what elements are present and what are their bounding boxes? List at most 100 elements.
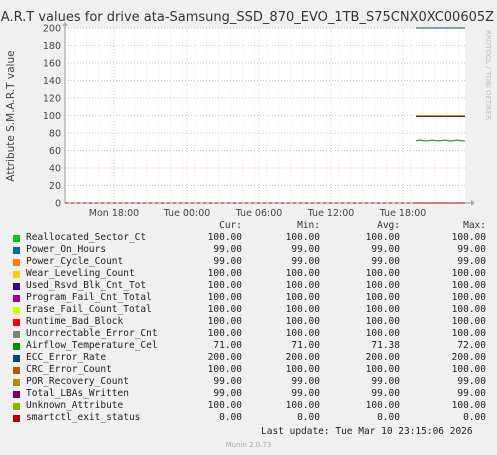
legend-cur-value: 99.00 — [213, 376, 242, 387]
legend-avg-value: 0.00 — [377, 412, 400, 423]
legend-swatch — [13, 271, 20, 278]
legend-min-value: 0.00 — [297, 412, 320, 423]
legend-max-value: 100.00 — [451, 328, 486, 339]
y-axis-label: Attribute S.M.A.R.T value — [5, 50, 17, 181]
last-update: Last update: Tue Mar 10 23:15:06 2026 — [261, 426, 473, 437]
legend-swatch — [13, 403, 20, 410]
y-tick-label: 160 — [43, 59, 61, 70]
legend-max-value: 99.00 — [457, 388, 486, 399]
legend-max-value: 99.00 — [457, 256, 486, 267]
legend-label: CRC_Error_Count — [26, 364, 112, 375]
legend-swatch — [13, 259, 20, 266]
col-max-header: Max: — [463, 220, 486, 231]
legend-min-value: 99.00 — [291, 244, 320, 255]
legend-item: Used_Rsvd_Blk_Cnt_Tot 100.00 100.00 100.00 1… — [10, 280, 488, 292]
legend-avg-value: 100.00 — [365, 232, 400, 243]
legend-min-value: 100.00 — [285, 232, 320, 243]
legend-max-value: 100.00 — [451, 400, 486, 411]
legend-cur-value: 100.00 — [207, 232, 242, 243]
legend-min-value: 99.00 — [291, 256, 320, 267]
legend-cur-value: 100.00 — [207, 304, 242, 315]
legend-min-value: 100.00 — [285, 292, 320, 303]
legend-cur-value: 100.00 — [207, 328, 242, 339]
legend-label: Erase_Fail_Count_Total — [26, 304, 152, 315]
legend-avg-value: 99.00 — [371, 256, 400, 267]
legend-max-value: 100.00 — [451, 268, 486, 279]
legend-item: Power_On_Hours 99.00 99.00 99.00 99.00 — [10, 244, 488, 256]
legend-item: Power_Cycle_Count 99.00 99.00 99.00 99.00 — [10, 256, 488, 268]
y-tick-label: 20 — [49, 181, 61, 192]
legend-avg-value: 99.00 — [371, 244, 400, 255]
legend-item: Uncorrectable_Error_Cnt 100.00 100.00 100.0… — [10, 328, 488, 340]
legend-swatch — [13, 379, 20, 386]
legend-max-value: 0.00 — [463, 412, 486, 423]
legend-label: Total_LBAs_Written — [26, 388, 129, 399]
legend-min-value: 99.00 — [291, 388, 320, 399]
legend-max-value: 100.00 — [451, 304, 486, 315]
legend-swatch — [13, 307, 20, 314]
legend-avg-value: 100.00 — [365, 268, 400, 279]
legend-avg-value: 100.00 — [365, 316, 400, 327]
legend: Cur: Min: Avg: Max: Reallocated_Sector_C… — [10, 220, 488, 424]
legend-max-value: 200.00 — [451, 352, 486, 363]
legend-avg-value: 100.00 — [365, 364, 400, 375]
legend-swatch — [13, 235, 20, 242]
chart: 0 20 40 60 80 100 120 140 160 180 200 Mon 18:00 Tue… — [0, 10, 497, 219]
legend-cur-value: 71.00 — [213, 340, 242, 351]
y-tick-label: 100 — [43, 111, 61, 122]
legend-swatch — [13, 343, 20, 350]
legend-min-value: 71.00 — [291, 340, 320, 351]
legend-max-value: 100.00 — [451, 364, 486, 375]
munin-version: Munin 2.0.73 — [225, 441, 272, 449]
x-tick-label: Tue 00:00 — [163, 208, 211, 219]
x-axis-arrow — [471, 200, 475, 206]
legend-swatch — [13, 247, 20, 254]
legend-cur-value: 99.00 — [213, 388, 242, 399]
legend-rows: Reallocated_Sector_Ct 100.00 100.00 100.00 1… — [10, 232, 488, 424]
legend-swatch — [13, 331, 20, 338]
col-avg-header: Avg: — [377, 220, 400, 231]
legend-avg-value: 200.00 — [365, 352, 400, 363]
legend-avg-value: 99.00 — [371, 376, 400, 387]
legend-max-value: 99.00 — [457, 376, 486, 387]
legend-avg-value: 100.00 — [365, 280, 400, 291]
col-cur-header: Cur: — [219, 220, 242, 231]
legend-swatch — [13, 283, 20, 290]
legend-label: Used_Rsvd_Blk_Cnt_Tot — [26, 280, 147, 291]
chart-title: S.M.A.R.T values for drive ata-Samsung_S… — [0, 10, 497, 25]
legend-item: CRC_Error_Count 100.00 100.00 100.00 100.00 — [10, 364, 488, 376]
legend-cur-value: 99.00 — [213, 256, 242, 267]
legend-item: Program_Fail_Cnt_Total 100.00 100.00 100.00… — [10, 292, 488, 304]
y-tick-label: 120 — [43, 94, 61, 105]
legend-label: Runtime_Bad_Block — [26, 316, 124, 327]
legend-item: Total_LBAs_Written 99.00 99.00 99.00 99.00 — [10, 388, 488, 400]
y-tick-label: 140 — [43, 76, 61, 87]
y-tick-label: 40 — [49, 164, 61, 175]
legend-min-value: 200.00 — [285, 352, 320, 363]
legend-avg-value: 99.00 — [371, 388, 400, 399]
legend-max-value: 100.00 — [451, 232, 486, 243]
legend-cur-value: 100.00 — [207, 280, 242, 291]
y-tick-label: 60 — [49, 146, 61, 157]
legend-label: Wear_Leveling_Count — [26, 268, 135, 279]
legend-cur-value: 99.00 — [213, 244, 242, 255]
x-tick-label: Tue 18:00 — [379, 208, 427, 219]
legend-header: Cur: Min: Avg: Max: — [10, 220, 488, 232]
legend-min-value: 100.00 — [285, 400, 320, 411]
legend-label: POR_Recovery_Count — [26, 376, 129, 387]
legend-item: Runtime_Bad_Block 100.00 100.00 100.00 100.0… — [10, 316, 488, 328]
legend-max-value: 100.00 — [451, 316, 486, 327]
legend-item: Wear_Leveling_Count 100.00 100.00 100.00 100… — [10, 268, 488, 280]
x-tick-label: Mon 18:00 — [89, 208, 139, 219]
y-axis: 0 20 40 60 80 100 120 140 160 180 200 — [43, 22, 68, 210]
legend-avg-value: 100.00 — [365, 304, 400, 315]
legend-item: Reallocated_Sector_Ct 100.00 100.00 100.00 1… — [10, 232, 488, 244]
legend-cur-value: 100.00 — [207, 292, 242, 303]
legend-max-value: 100.00 — [451, 280, 486, 291]
legend-swatch — [13, 295, 20, 302]
legend-max-value: 100.00 — [451, 292, 486, 303]
legend-avg-value: 71.38 — [371, 340, 400, 351]
legend-label: Power_Cycle_Count — [26, 256, 124, 267]
legend-min-value: 100.00 — [285, 268, 320, 279]
legend-item: POR_Recovery_Count 99.00 99.00 99.00 99.00 — [10, 376, 488, 388]
